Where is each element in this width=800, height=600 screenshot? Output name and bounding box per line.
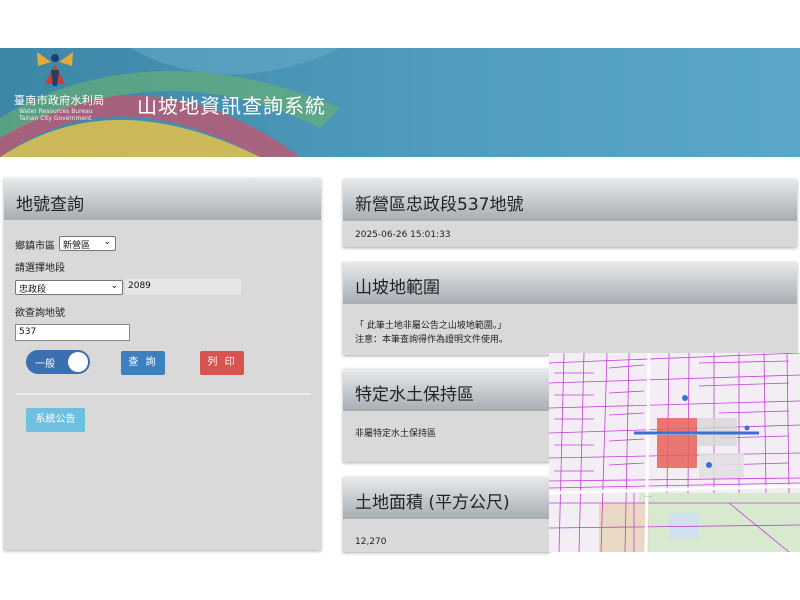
- parcel-map[interactable]: ———————————— ·····: [549, 353, 800, 552]
- section-label: 請選擇地段: [15, 263, 65, 274]
- section-code-field: 2089: [125, 279, 241, 295]
- cadastral-map-image: ———————————— ·····: [549, 353, 800, 552]
- site-title: 山坡地資訊查詢系統: [137, 94, 326, 118]
- header-swoosh-decoration: [0, 48, 340, 157]
- mode-toggle[interactable]: 一般: [26, 350, 90, 374]
- parcel-result-title: 新營區忠政段537地號: [343, 179, 797, 221]
- org-name-en-line2: Tainan City Government: [19, 115, 92, 122]
- soil-conservation-card: 特定水土保持區 非屬特定水土保持區: [343, 369, 550, 462]
- section-select-value: 忠政段: [19, 285, 47, 295]
- parcel-number-input[interactable]: 537: [15, 324, 130, 341]
- bureau-logo[interactable]: 臺南市政府水利局 Water Resources Bureau Tainan C…: [14, 48, 104, 157]
- query-timestamp: 2025-06-26 15:01:33: [355, 230, 451, 240]
- mode-toggle-label: 一般: [35, 359, 55, 370]
- district-select-value: 新營區: [63, 241, 91, 251]
- query-button[interactable]: 查 詢: [121, 351, 165, 375]
- toggle-knob: [68, 352, 88, 372]
- svg-text:————————————: ————————————: [639, 432, 699, 438]
- site-header: 臺南市政府水利局 Water Resources Bureau Tainan C…: [0, 48, 800, 157]
- section-select[interactable]: 忠政段 ⌄: [15, 280, 123, 295]
- soil-conservation-title: 特定水土保持區: [343, 369, 550, 411]
- parcel-number-label: 欲查詢地號: [15, 308, 65, 319]
- parcel-result-card: 新營區忠政段537地號 2025-06-26 15:01:33: [343, 179, 797, 247]
- district-select[interactable]: 新營區 ⌄: [59, 236, 116, 251]
- svg-text:·····: ·····: [644, 494, 652, 500]
- district-label: 鄉鎮市區: [15, 241, 55, 252]
- slope-range-note: 注意：本筆查詢得作為證明文件使用。: [355, 335, 509, 345]
- print-button[interactable]: 列 印: [200, 351, 244, 375]
- slope-range-result: 「 此筆土地非屬公告之山坡地範圍。」: [355, 321, 507, 331]
- system-notice-button[interactable]: 系統公告: [26, 408, 85, 432]
- land-area-title: 土地面積 (平方公尺): [343, 477, 550, 519]
- org-name: 臺南市政府水利局: [14, 94, 105, 107]
- search-panel-title: 地號查詢: [4, 178, 321, 220]
- chevron-down-icon: ⌄: [103, 237, 111, 247]
- panel-divider: [16, 393, 310, 395]
- land-area-card: 土地面積 (平方公尺) 12,270: [343, 477, 550, 552]
- org-name-en-line1: Water Resources Bureau: [19, 108, 93, 115]
- bureau-logo-icon: [37, 52, 73, 86]
- slope-range-card: 山坡地範圍 「 此筆土地非屬公告之山坡地範圍。」 注意：本筆查詢得作為證明文件使…: [343, 262, 797, 355]
- land-area-value: 12,270: [355, 537, 387, 547]
- soil-conservation-result: 非屬特定水土保持區: [355, 429, 437, 439]
- slope-range-title: 山坡地範圍: [343, 262, 797, 304]
- chevron-down-icon: ⌄: [110, 281, 118, 291]
